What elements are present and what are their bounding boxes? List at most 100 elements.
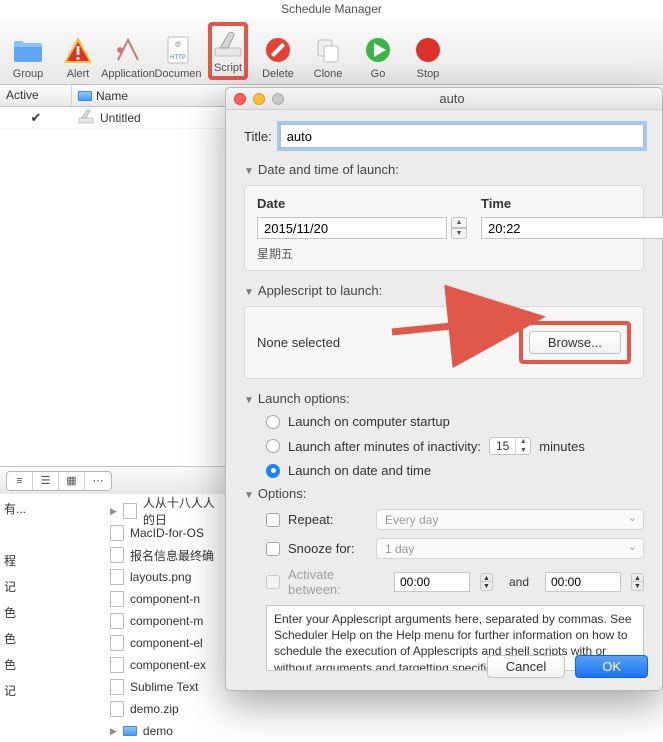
options-label: ▼Options: [244,486,644,501]
file-icon [110,613,124,629]
activate-from-stepper[interactable]: ▲▼ [480,573,493,591]
activate-to-input[interactable] [545,572,621,592]
list-item[interactable]: ▶demo [0,720,225,742]
view-list-icon[interactable]: ≡ [7,472,33,490]
stop-icon [412,34,444,66]
activate-row: Activate between: ▲▼ and ▲▼ [266,567,644,597]
delete-icon [262,34,294,66]
file-icon [123,503,137,519]
radio-icon[interactable] [266,439,280,453]
disclosure-icon[interactable]: ▼ [244,490,254,501]
list-item[interactable]: component-el [0,632,225,654]
time-header: Time [481,196,663,211]
radio-icon[interactable] [266,464,280,478]
svg-text:HTTP: HTTP [170,55,186,61]
activate-from-input[interactable] [394,572,470,592]
date-header: Date [257,196,467,211]
disclosure-icon[interactable]: ▶ [110,726,117,737]
toolbar-clone[interactable]: Clone [308,22,348,80]
list-item[interactable]: Sublime Text [0,676,225,698]
file-icon [110,569,124,585]
snooze-dropdown[interactable]: 1 day [376,538,644,559]
list-item[interactable]: demo.zip [0,698,225,720]
inactivity-stepper[interactable]: 15▲▼ [489,437,531,455]
toolbar: Group Alert Application @HTTP Documen Sc… [0,18,663,85]
folder-icon [12,34,44,66]
title-input[interactable] [280,124,644,148]
checkbox-icon[interactable] [266,542,280,556]
cancel-button[interactable]: Cancel [487,655,565,678]
toolbar-application[interactable]: Application [108,22,148,80]
view-grid-icon[interactable]: ▦ [59,472,85,490]
list-item[interactable]: layouts.png [0,566,225,588]
dialog: auto Title: ▼Date and time of launch: Da… [225,87,663,691]
disclosure-icon[interactable]: ▶ [110,506,117,517]
applescript-label: ▼Applescript to launch: [244,283,644,298]
col-active[interactable]: Active [0,85,72,106]
list-item[interactable]: MacID-for-OS [0,522,225,544]
annotation-arrow [392,310,552,349]
date-stepper[interactable]: ▲▼ [451,217,467,239]
list-item[interactable]: 报名信息最终确 [0,544,225,566]
title-label: Title: [244,129,272,144]
dialog-titlebar[interactable]: auto [226,88,662,110]
launch-options-label: ▼Launch options: [244,391,644,406]
alert-icon [62,34,94,66]
maximize-icon [272,93,284,105]
list-item[interactable]: ▶人从十八人人的日 [0,500,225,522]
row-active-checkbox[interactable]: ✔︎ [0,110,72,126]
radio-inactivity[interactable]: Launch after minutes of inactivity: 15▲▼… [266,437,644,455]
repeat-label: Repeat: [288,512,368,527]
snooze-label: Snooze for: [288,541,368,556]
activate-label: Activate between: [288,567,386,597]
disclosure-icon[interactable]: ▼ [244,166,254,177]
radio-startup[interactable]: Launch on computer startup [266,414,644,429]
checkbox-icon[interactable] [266,575,280,589]
file-tree: ▶人从十八人人的日 MacID-for-OS 报名信息最终确 layouts.p… [0,500,225,742]
toolbar-alert[interactable]: Alert [58,22,98,80]
list-item[interactable]: component-m [0,610,225,632]
minimize-icon[interactable] [253,93,265,105]
disclosure-icon[interactable]: ▼ [244,287,254,298]
ok-button[interactable]: OK [575,655,648,678]
list-item[interactable]: component-n [0,588,225,610]
svg-text:@: @ [175,42,181,48]
list-item[interactable]: component-ex [0,654,225,676]
footer: ≡ ☰ ▦ ⋯ [0,466,225,494]
activate-to-stepper[interactable]: ▲▼ [631,573,644,591]
file-icon [110,635,124,651]
view-options-icon[interactable]: ⋯ [85,472,111,490]
clone-icon [312,34,344,66]
script-icon [78,108,94,127]
toolbar-group[interactable]: Group [8,22,48,80]
file-icon [110,525,124,541]
file-icon [110,701,124,717]
date-input[interactable] [257,217,447,239]
activate-and: and [501,575,537,589]
play-icon [362,34,394,66]
folder-icon [123,726,137,736]
disclosure-icon[interactable]: ▼ [244,395,254,406]
view-columns-icon[interactable]: ☰ [33,472,59,490]
folder-icon [78,91,92,101]
toolbar-go[interactable]: Go [358,22,398,80]
datetime-box: Date ▲▼ 星期五 Time ▲▼ [244,185,644,271]
toolbar-delete[interactable]: Delete [258,22,298,80]
radio-icon[interactable] [266,415,280,429]
view-mode-segment[interactable]: ≡ ☰ ▦ ⋯ [6,471,112,491]
close-icon[interactable] [234,93,246,105]
toolbar-stop[interactable]: Stop [408,22,448,80]
datetime-label: ▼Date and time of launch: [244,162,644,177]
file-icon [110,591,124,607]
radio-datetime[interactable]: Launch on date and time [266,463,644,478]
toolbar-document[interactable]: @HTTP Documen [158,22,198,80]
dialog-title: auto [284,91,662,106]
toolbar-script[interactable]: Script [208,22,248,80]
time-input[interactable] [481,217,663,239]
application-icon [112,34,144,66]
repeat-row[interactable]: Repeat: Every day [266,509,644,530]
checkbox-icon[interactable] [266,513,280,527]
document-icon: @ HTTP [162,34,194,66]
snooze-row[interactable]: Snooze for: 1 day [266,538,644,559]
repeat-dropdown[interactable]: Every day [376,509,644,530]
